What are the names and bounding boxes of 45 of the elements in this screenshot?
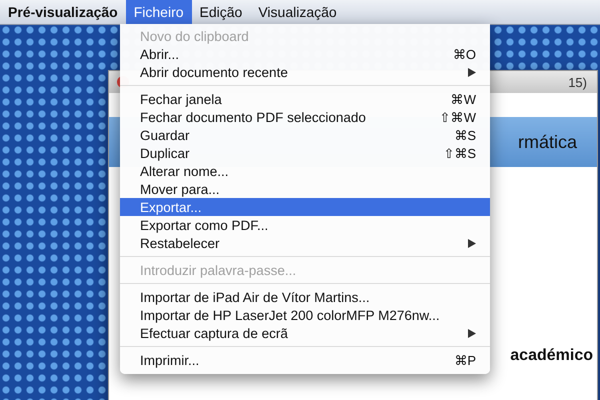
shortcut-label: ⇧⌘W bbox=[440, 110, 476, 124]
menu-title[interactable]: Visualização bbox=[250, 0, 345, 24]
menu-item[interactable]: Imprimir... ⌘P bbox=[120, 351, 490, 369]
shortcut-label: ⌘P bbox=[454, 352, 476, 368]
menu-item-label: Abrir... bbox=[140, 46, 180, 62]
menu-item-label: Exportar... bbox=[140, 200, 202, 214]
heading-text: rmática bbox=[518, 132, 577, 152]
menu-item-label: Duplicar bbox=[140, 146, 190, 160]
menu-item[interactable]: Restabelecer bbox=[120, 234, 490, 252]
body-text: académico bbox=[510, 347, 593, 365]
menu-item[interactable]: Fechar documento PDF seleccionado ⇧⌘W bbox=[120, 108, 490, 126]
app-menu-title[interactable]: Pré-visualização bbox=[0, 4, 126, 20]
menu-item-label: Novo do clipboard bbox=[140, 28, 249, 44]
shortcut-label: ⌘W bbox=[450, 92, 476, 106]
menu-item[interactable]: Mover para... bbox=[120, 180, 490, 198]
menu-item[interactable]: Abrir documento recente bbox=[120, 63, 490, 81]
menu-item-label: Introduzir palavra-passe... bbox=[140, 262, 296, 278]
menu-item[interactable]: Guardar ⌘S bbox=[120, 126, 490, 144]
shortcut-label: ⌘O bbox=[452, 46, 476, 62]
menu-item-label: Fechar documento PDF seleccionado bbox=[140, 110, 366, 124]
menu-item-label: Abrir documento recente bbox=[140, 64, 288, 80]
shortcut-label: ⇧⌘S bbox=[443, 146, 476, 160]
menu-item[interactable]: Alterar nome... bbox=[120, 162, 490, 180]
menu-item-label: Imprimir... bbox=[140, 352, 200, 368]
menu-item[interactable]: Efectuar captura de ecrã bbox=[120, 324, 490, 342]
menu-item[interactable]: Importar de iPad Air de Vítor Martins... bbox=[120, 288, 490, 306]
window-title: 15) bbox=[568, 74, 587, 90]
menu-item-label: Alterar nome... bbox=[140, 164, 229, 178]
menu-title[interactable]: Edição bbox=[192, 0, 250, 24]
menu-item-label: Importar de iPad Air de Vítor Martins... bbox=[140, 290, 370, 304]
menu-item[interactable]: Exportar como PDF... bbox=[120, 216, 490, 234]
menu-item-label: Restabelecer bbox=[140, 236, 220, 250]
shortcut-label: ⌘S bbox=[454, 128, 476, 142]
menu-item[interactable]: Fechar janela ⌘W bbox=[120, 90, 490, 108]
menu-item-label: Fechar janela bbox=[140, 92, 222, 106]
menu-item-label: Exportar como PDF... bbox=[140, 218, 268, 232]
menu-item[interactable]: Abrir... ⌘O bbox=[120, 45, 490, 63]
menu-item[interactable]: Importar de HP LaserJet 200 colorMFP M276nw... bbox=[120, 306, 490, 324]
menu-item-label: Mover para... bbox=[140, 182, 220, 196]
menu-item-label: Guardar bbox=[140, 128, 190, 142]
menu-item-label: Importar de HP LaserJet 200 colorMFP M276nw... bbox=[140, 308, 440, 322]
menu-item-label: Efectuar captura de ecrã bbox=[140, 326, 288, 340]
menu-title[interactable]: Ficheiro bbox=[126, 0, 192, 24]
menu-item[interactable]: Duplicar ⇧⌘S bbox=[120, 144, 490, 162]
menu-item[interactable]: Exportar... bbox=[120, 198, 490, 216]
